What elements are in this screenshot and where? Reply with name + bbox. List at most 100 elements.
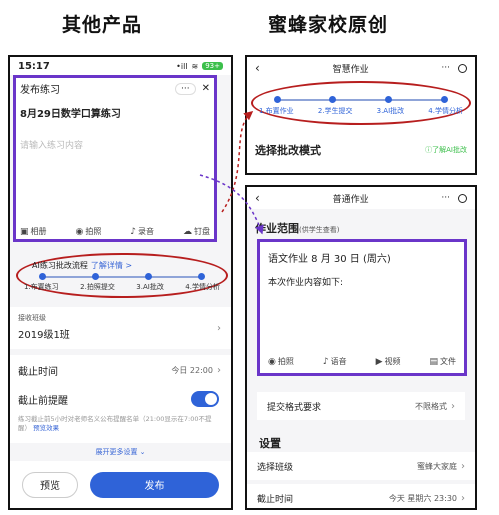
attachment-bar: ◉ 拍照 ♪ 语音 ▶ 视频 ▤ 文件 xyxy=(260,356,464,367)
chevron-right-icon: › xyxy=(217,364,221,376)
image-icon: ▣ xyxy=(20,226,29,237)
battery-icon: 93+ xyxy=(202,62,223,70)
flow-progress-track xyxy=(39,273,205,280)
chevron-right-icon: › xyxy=(461,492,465,504)
flow-details-link[interactable]: 了解详情 > xyxy=(91,261,132,270)
more-menu-button[interactable]: ··· xyxy=(175,82,196,95)
phone-normal-homework: ‹ 普通作业 ··· 作业范围(供学生查看) 语文作业 8 月 30 日 (周六… xyxy=(245,185,477,510)
deadline-row[interactable]: 截止时间 今天 星期六 23:30 › xyxy=(247,484,475,508)
reminder-row: 截止前提醒 xyxy=(10,385,231,413)
cloud-drive-button[interactable]: ☁ 钉盘 xyxy=(183,226,210,237)
video-button[interactable]: ▶ 视频 xyxy=(376,356,401,367)
homework-title-input[interactable]: 语文作业 8 月 30 日 (周六) xyxy=(260,242,464,265)
deadline-value: 今日 22:00 xyxy=(171,365,213,375)
exercise-title-input[interactable]: 8月29日数学口算练习 xyxy=(16,99,214,120)
deadline-label: 截止时间 xyxy=(257,494,294,505)
nav-bar: ‹ 智慧作业 ··· xyxy=(247,57,475,79)
file-icon: ▤ xyxy=(429,356,438,367)
select-class-value: 蜜蜂大家庭 xyxy=(417,461,457,471)
back-icon[interactable]: ‹ xyxy=(255,191,260,205)
camera-button[interactable]: ◉ 拍照 xyxy=(268,356,294,367)
flow-step-label: 3.AI批改 xyxy=(376,107,405,115)
flow-step-label: 2.学生提交 xyxy=(317,107,353,115)
flow-step-dot xyxy=(441,96,448,103)
target-icon[interactable] xyxy=(457,193,467,203)
camera-icon: ◉ xyxy=(268,356,276,367)
grading-mode-row: 选择批改模式 ⓘ了解AI批改 xyxy=(255,142,467,158)
flow-step-dot xyxy=(329,96,337,103)
select-class-label: 选择班级 xyxy=(257,462,294,473)
submit-format-value: 不限格式 xyxy=(415,401,447,411)
homework-body-input[interactable]: 本次作业内容如下: xyxy=(260,265,464,288)
flow-step-dot xyxy=(274,96,281,103)
toggle-knob xyxy=(205,393,217,405)
compose-area: 发布练习 ··· ✕ 8月29日数学口算练习 请输入练习内容 ▣ 相册 ◉ 拍照 ♪… xyxy=(13,75,217,242)
flow-step-label: 4.学情分析 xyxy=(185,283,220,291)
preview-button[interactable]: 预览 xyxy=(22,471,78,498)
nav-bar: ‹ 普通作业 ··· xyxy=(247,187,475,209)
settings-heading: 设置 xyxy=(259,437,281,450)
nav-title: 智慧作业 xyxy=(332,64,369,75)
status-bar: 15:17 •ill ≋ 93+ xyxy=(10,57,231,75)
signal-icon: •ill xyxy=(176,61,188,71)
homework-content-area: 语文作业 8 月 30 日 (周六) 本次作业内容如下: ◉ 拍照 ♪ 语音 ▶ 视频… xyxy=(257,239,467,376)
deadline-row[interactable]: 截止时间 今日 22:00 › xyxy=(10,355,231,385)
flow-step-dot xyxy=(198,273,205,280)
phone-other-product: 15:17 •ill ≋ 93+ 发布练习 ··· ✕ 8月29日数学口算练习 … xyxy=(8,55,233,510)
heading-original: 蜜蜂家校原创 xyxy=(268,14,389,36)
more-dots-icon[interactable]: ··· xyxy=(441,63,450,73)
preview-effect-link[interactable]: 预览效果 xyxy=(33,424,59,432)
heading-other-products: 其他产品 xyxy=(62,14,143,36)
submit-format-row[interactable]: 提交格式要求 不限格式 › xyxy=(257,392,465,420)
target-icon[interactable] xyxy=(457,63,467,73)
wifi-icon: ≋ xyxy=(191,61,199,71)
publish-button[interactable]: 发布 xyxy=(90,471,219,498)
grading-mode-title: 选择批改模式 xyxy=(255,144,321,157)
flow-step-label: 4.学情分析 xyxy=(428,107,463,115)
nav-title: 普通作业 xyxy=(332,194,369,205)
file-button[interactable]: ▤ 文件 xyxy=(429,356,456,367)
phone-smart-homework: ‹ 智慧作业 ··· 1.布置作业 2.学生提交 3.AI批改 4.学情分析 选… xyxy=(245,55,477,175)
voice-button[interactable]: ♪ 语音 xyxy=(323,356,347,367)
reminder-note: 练习截止前5小时对老师名义公布提醒名单（21:00显示在7:00不提醒） 预览效… xyxy=(10,413,231,443)
scope-title: 作业范围 xyxy=(255,222,299,235)
ai-flow-banner: AI练习批改流程 了解详情 > 1.布置练习 2.拍照提交 3.AI批改 4.学情… xyxy=(16,253,228,298)
video-icon: ▶ xyxy=(375,356,383,367)
receive-class-row[interactable]: 接收班级 2019级1班 › xyxy=(10,307,231,349)
more-dots-icon: ··· xyxy=(181,83,190,94)
close-icon[interactable]: ✕ xyxy=(202,83,210,94)
record-button[interactable]: ♪ 录音 xyxy=(130,226,154,237)
scope-note: (供学生查看) xyxy=(299,226,340,234)
camera-button[interactable]: ◉ 拍照 xyxy=(75,226,101,237)
cloud-icon: ☁ xyxy=(182,226,192,237)
camera-icon: ◉ xyxy=(75,226,84,237)
back-icon[interactable]: ‹ xyxy=(255,61,260,75)
learn-ai-grading-link[interactable]: ⓘ了解AI批改 xyxy=(425,145,467,155)
microphone-icon: ♪ xyxy=(130,226,137,237)
flow-progress-track xyxy=(274,96,448,103)
flow-step-label: 1.布置练习 xyxy=(24,283,59,291)
expand-more-settings[interactable]: 展开更多设置 ⌄ xyxy=(10,447,231,461)
scope-heading: 作业范围(供学生查看) xyxy=(255,220,339,236)
attachment-bar: ▣ 相册 ◉ 拍照 ♪ 录音 ☁ 钉盘 xyxy=(16,226,214,237)
select-class-row[interactable]: 选择班级 蜜蜂大家庭 › xyxy=(247,452,475,480)
page-title: 发布练习 xyxy=(20,85,60,96)
submit-format-label: 提交格式要求 xyxy=(267,402,322,413)
bottom-action-bar: 预览 发布 xyxy=(10,461,231,508)
flow-step-dot xyxy=(39,273,46,280)
content-input[interactable]: 请输入练习内容 xyxy=(16,120,214,151)
flow-step-label: 1.布置作业 xyxy=(259,107,294,115)
flow-step-dot xyxy=(144,273,152,280)
album-button[interactable]: ▣ 相册 xyxy=(20,226,47,237)
receive-class-label: 接收班级 xyxy=(18,314,46,322)
reminder-toggle[interactable] xyxy=(191,391,219,407)
status-time: 15:17 xyxy=(18,60,50,72)
flow-title: AI练习批改流程 xyxy=(32,261,88,270)
flow-step-label: 3.AI批改 xyxy=(136,283,164,291)
deadline-label: 截止时间 xyxy=(18,366,58,378)
microphone-icon: ♪ xyxy=(322,356,329,367)
deadline-value: 今天 星期六 23:30 xyxy=(388,493,457,503)
flow-step-dot xyxy=(384,96,392,103)
more-dots-icon[interactable]: ··· xyxy=(441,193,450,203)
receive-class-value: 2019级1班 xyxy=(18,330,70,341)
